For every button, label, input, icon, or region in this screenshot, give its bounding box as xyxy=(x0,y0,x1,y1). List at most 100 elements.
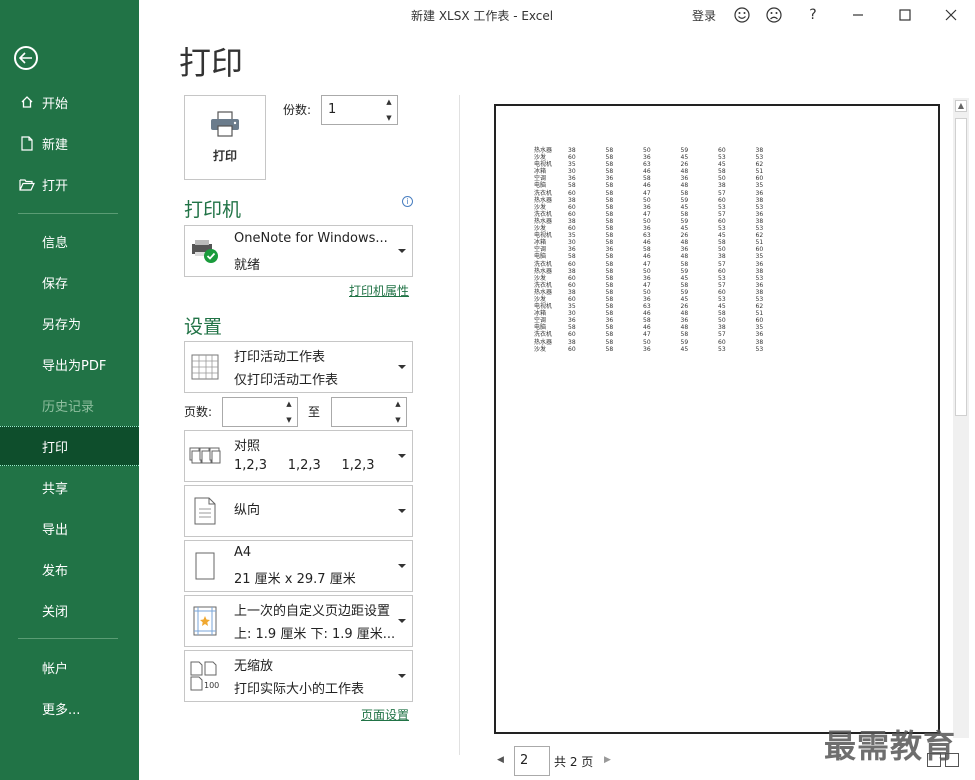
nav-close[interactable]: 关闭 xyxy=(0,590,139,630)
nav-info[interactable]: 信息 xyxy=(0,221,139,261)
minimize-icon[interactable] xyxy=(848,5,868,25)
scaling-select[interactable]: 100 无缩放 打印实际大小的工作表 xyxy=(184,650,413,702)
nav-new[interactable]: 新建 xyxy=(0,123,139,163)
collate-line1: 对照 xyxy=(234,439,261,454)
value-cell: 58 xyxy=(680,189,689,197)
nav-home[interactable]: 开始 xyxy=(0,82,139,122)
value-cell: 50 xyxy=(643,338,651,346)
nav-share[interactable]: 共享 xyxy=(0,467,139,507)
back-arrow-icon[interactable] xyxy=(14,46,38,70)
next-page-icon[interactable]: ▶ xyxy=(604,755,611,765)
current-page-input[interactable]: 2 xyxy=(514,746,550,776)
nav-save[interactable]: 保存 xyxy=(0,262,139,302)
nav-export-pdf[interactable]: 导出为PDF xyxy=(0,344,139,384)
value-cell: 36 xyxy=(568,175,576,183)
nav-save-as[interactable]: 另存为 xyxy=(0,303,139,343)
page-from-stepper[interactable]: ▲ ▼ xyxy=(222,397,298,427)
scroll-up-icon[interactable]: ▲ xyxy=(955,100,967,112)
copies-stepper[interactable]: 1 ▲ ▼ xyxy=(321,95,398,125)
margins-select[interactable]: 上一次的自定义页边距设置 上: 1.9 厘米 下: 1.9 厘米... xyxy=(184,595,413,647)
nav-label: 导出为PDF xyxy=(42,358,107,374)
value-cell: 57 xyxy=(718,281,726,289)
chevron-down-icon xyxy=(398,249,406,253)
value-cell: 36 xyxy=(605,317,614,325)
row-label-cell: 热水器 xyxy=(534,196,553,204)
value-cell: 58 xyxy=(568,324,576,332)
value-cell: 58 xyxy=(605,345,614,353)
value-cell: 63 xyxy=(643,303,651,311)
page-setup-link[interactable]: 页面设置 xyxy=(361,706,409,723)
smile-feedback-icon[interactable] xyxy=(732,5,752,25)
value-cell: 58 xyxy=(605,203,614,211)
stepper-arrows-icon[interactable]: ▲ ▼ xyxy=(283,400,295,424)
table-row: 沙发 60 58 36 45 53 53 xyxy=(534,154,793,161)
stepper-arrows-icon[interactable]: ▲ ▼ xyxy=(392,400,404,424)
help-icon[interactable]: ? xyxy=(803,5,823,25)
value-cell: 50 xyxy=(643,217,651,225)
scroll-thumb[interactable] xyxy=(955,118,967,416)
table-row: 沙发 60 58 36 45 53 53 xyxy=(534,296,793,303)
value-cell: 58 xyxy=(605,168,614,176)
value-cell: 60 xyxy=(568,203,576,211)
page-to-stepper[interactable]: ▲ ▼ xyxy=(331,397,407,427)
nav-publish[interactable]: 发布 xyxy=(0,549,139,589)
table-row: 空调 36 36 58 36 50 60 xyxy=(534,317,793,324)
table-row: 热水器 38 58 50 59 60 38 xyxy=(534,147,793,154)
value-cell: 62 xyxy=(755,303,764,311)
nav-account[interactable]: 帐户 xyxy=(0,647,139,687)
value-cell: 36 xyxy=(643,345,651,353)
login-link[interactable]: 登录 xyxy=(692,7,716,24)
paper-size-select[interactable]: A4 21 厘米 x 29.7 厘米 xyxy=(184,540,413,592)
copies-label: 份数: xyxy=(283,103,312,117)
preview-scrollbar[interactable]: ▲ xyxy=(953,98,969,738)
settings-heading: 设置 xyxy=(184,316,223,338)
nav-print[interactable]: 打印 xyxy=(0,426,139,466)
show-margins-icon[interactable] xyxy=(927,753,941,767)
print-scope-select[interactable]: 打印活动工作表 仅打印活动工作表 xyxy=(184,341,413,393)
svg-text:100: 100 xyxy=(204,681,219,690)
value-cell: 47 xyxy=(643,189,651,197)
row-label-cell: 热水器 xyxy=(534,338,553,346)
nav-divider xyxy=(18,213,118,214)
row-label-cell: 洗衣机 xyxy=(534,260,553,268)
print-preview-page: 热水器 38 58 50 59 60 38 沙发 60 58 36 45 53 53 电视机 35 58 63 26… xyxy=(494,104,940,734)
value-cell: 60 xyxy=(718,196,726,204)
value-cell: 45 xyxy=(680,274,689,282)
table-row: 热水器 38 58 50 59 60 38 xyxy=(534,289,793,296)
chevron-down-icon xyxy=(398,619,406,623)
close-icon[interactable] xyxy=(941,5,961,25)
nav-export[interactable]: 导出 xyxy=(0,508,139,548)
frown-feedback-icon[interactable] xyxy=(764,5,784,25)
maximize-icon[interactable] xyxy=(895,5,915,25)
nav-label: 导出 xyxy=(42,522,69,538)
home-icon xyxy=(18,93,36,111)
value-cell: 58 xyxy=(605,260,614,268)
no-scaling-icon: 100 xyxy=(189,660,221,692)
value-cell: 58 xyxy=(605,239,614,247)
scope-line1: 打印活动工作表 xyxy=(234,350,326,365)
value-cell: 58 xyxy=(605,225,614,233)
value-cell: 60 xyxy=(718,217,726,225)
orientation-select[interactable]: 纵向 xyxy=(184,485,413,537)
collate-select[interactable]: 对照 1,2,3 1,2,3 1,2,3 xyxy=(184,430,413,482)
value-cell: 58 xyxy=(605,147,614,154)
value-cell: 47 xyxy=(643,260,651,268)
value-cell: 38 xyxy=(568,267,576,275)
table-row: 冰箱 30 58 46 48 58 51 xyxy=(534,168,793,175)
nav-open[interactable]: 打开 xyxy=(0,164,139,204)
value-cell: 58 xyxy=(680,260,689,268)
prev-page-icon[interactable]: ◀ xyxy=(497,755,504,765)
value-cell: 46 xyxy=(643,168,651,176)
print-button[interactable]: 打印 xyxy=(184,95,266,180)
value-cell: 36 xyxy=(605,246,614,254)
value-cell: 50 xyxy=(643,147,651,154)
stepper-arrows-icon[interactable]: ▲ ▼ xyxy=(383,98,395,122)
value-cell: 38 xyxy=(755,338,764,346)
printer-select[interactable]: OneNote for Windows... 就绪 xyxy=(184,225,413,277)
info-icon[interactable]: i xyxy=(402,196,413,207)
zoom-to-page-icon[interactable] xyxy=(945,753,959,767)
value-cell: 53 xyxy=(718,295,726,303)
nav-more[interactable]: 更多... xyxy=(0,688,139,728)
value-cell: 47 xyxy=(643,210,651,218)
printer-properties-link[interactable]: 打印机属性 xyxy=(349,282,409,299)
